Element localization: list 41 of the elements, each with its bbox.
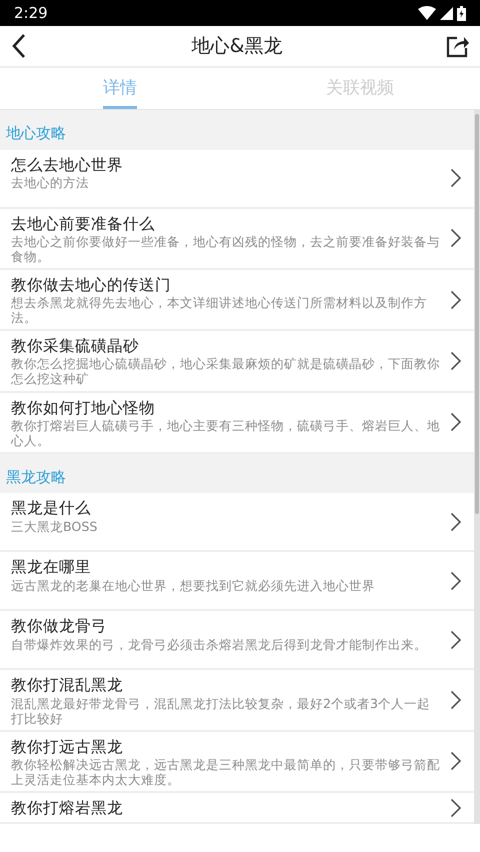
chevron-icon: [450, 751, 462, 772]
item-description: 去地心的方法: [11, 174, 90, 190]
item-title: 黑龙是什么: [11, 498, 92, 519]
chevron-icon: [450, 630, 462, 650]
chevron-icon: [450, 350, 462, 371]
item-title: 教你做去地心的传送门: [11, 274, 172, 295]
item-title: 黑龙在哪里: [11, 557, 92, 578]
page-title: 地心&黑龙: [192, 34, 282, 59]
item-title: 教你采集硫磺晶砂: [11, 336, 140, 356]
chevron-icon: [450, 570, 462, 591]
item-description: 去地心之前你要做好一些准备，地心有凶残的怪物，去之前要准备好装备与食物。: [11, 234, 441, 264]
item-title: 教你如何打地心怪物: [11, 398, 156, 418]
chevron-icon: [450, 228, 462, 248]
item-description: 教你打熔岩巨人硫磺弓手，地心主要有三种怪物，硫磺弓手、熔岩巨人、地心人。: [11, 418, 441, 448]
item-description: 教你怎么挖掘地心硫磺晶砂，地心采集最麻烦的矿就是硫磺晶砂，下面教你怎么挖这种矿: [11, 356, 441, 387]
item-description: 想去杀黑龙就得先去地心，本文详细讲述地心传送门所需材料以及制作方法。: [11, 295, 428, 326]
item-description: 三大黑龙BOSS: [11, 518, 98, 534]
wifi-icon: [418, 6, 436, 20]
section-header: 黑龙攻略: [0, 454, 474, 494]
item-description: 远古黑龙的老巢在地心世界，想要找到它就必须先进入地心世界: [11, 578, 376, 593]
item-description: 自带爆炸效果的弓，龙骨弓必须击杀熔岩黑龙后得到龙骨才能制作出来。: [11, 636, 428, 652]
item-title: 教你打远古黑龙: [11, 736, 124, 757]
item-title: 教你做龙骨弓: [11, 616, 108, 637]
back-button[interactable]: [10, 33, 28, 59]
item-title: 教你打熔岩黑龙: [11, 798, 124, 818]
item-title: 怎么去地心世界: [11, 154, 124, 175]
chevron-icon: [450, 168, 462, 188]
chevron-icon: [450, 690, 462, 710]
item-title: 教你打混乱黑龙: [11, 675, 124, 696]
status-time: 2:29: [14, 2, 48, 24]
item-title: 去地心前要准备什么: [11, 214, 156, 234]
chevron-icon: [450, 290, 462, 310]
chevron-icon: [450, 512, 462, 532]
item-description: 混乱黑龙最好带龙骨弓，混乱黑龙打法比较复杂，最好2个或者3个人一起打比较好: [11, 696, 432, 726]
battery-icon: [457, 6, 466, 20]
list-item[interactable]: 教你打熔岩黑龙: [0, 793, 474, 824]
section-header: 地心攻略: [0, 110, 474, 150]
chevron-icon: [450, 798, 462, 818]
chevron-icon: [450, 412, 462, 432]
item-description: 教你轻松解决远古黑龙，远古黑龙是三种黑龙中最简单的，只要带够弓箭配上灵活走位基本内太大难度。: [11, 756, 441, 788]
signal-icon: [440, 6, 453, 20]
